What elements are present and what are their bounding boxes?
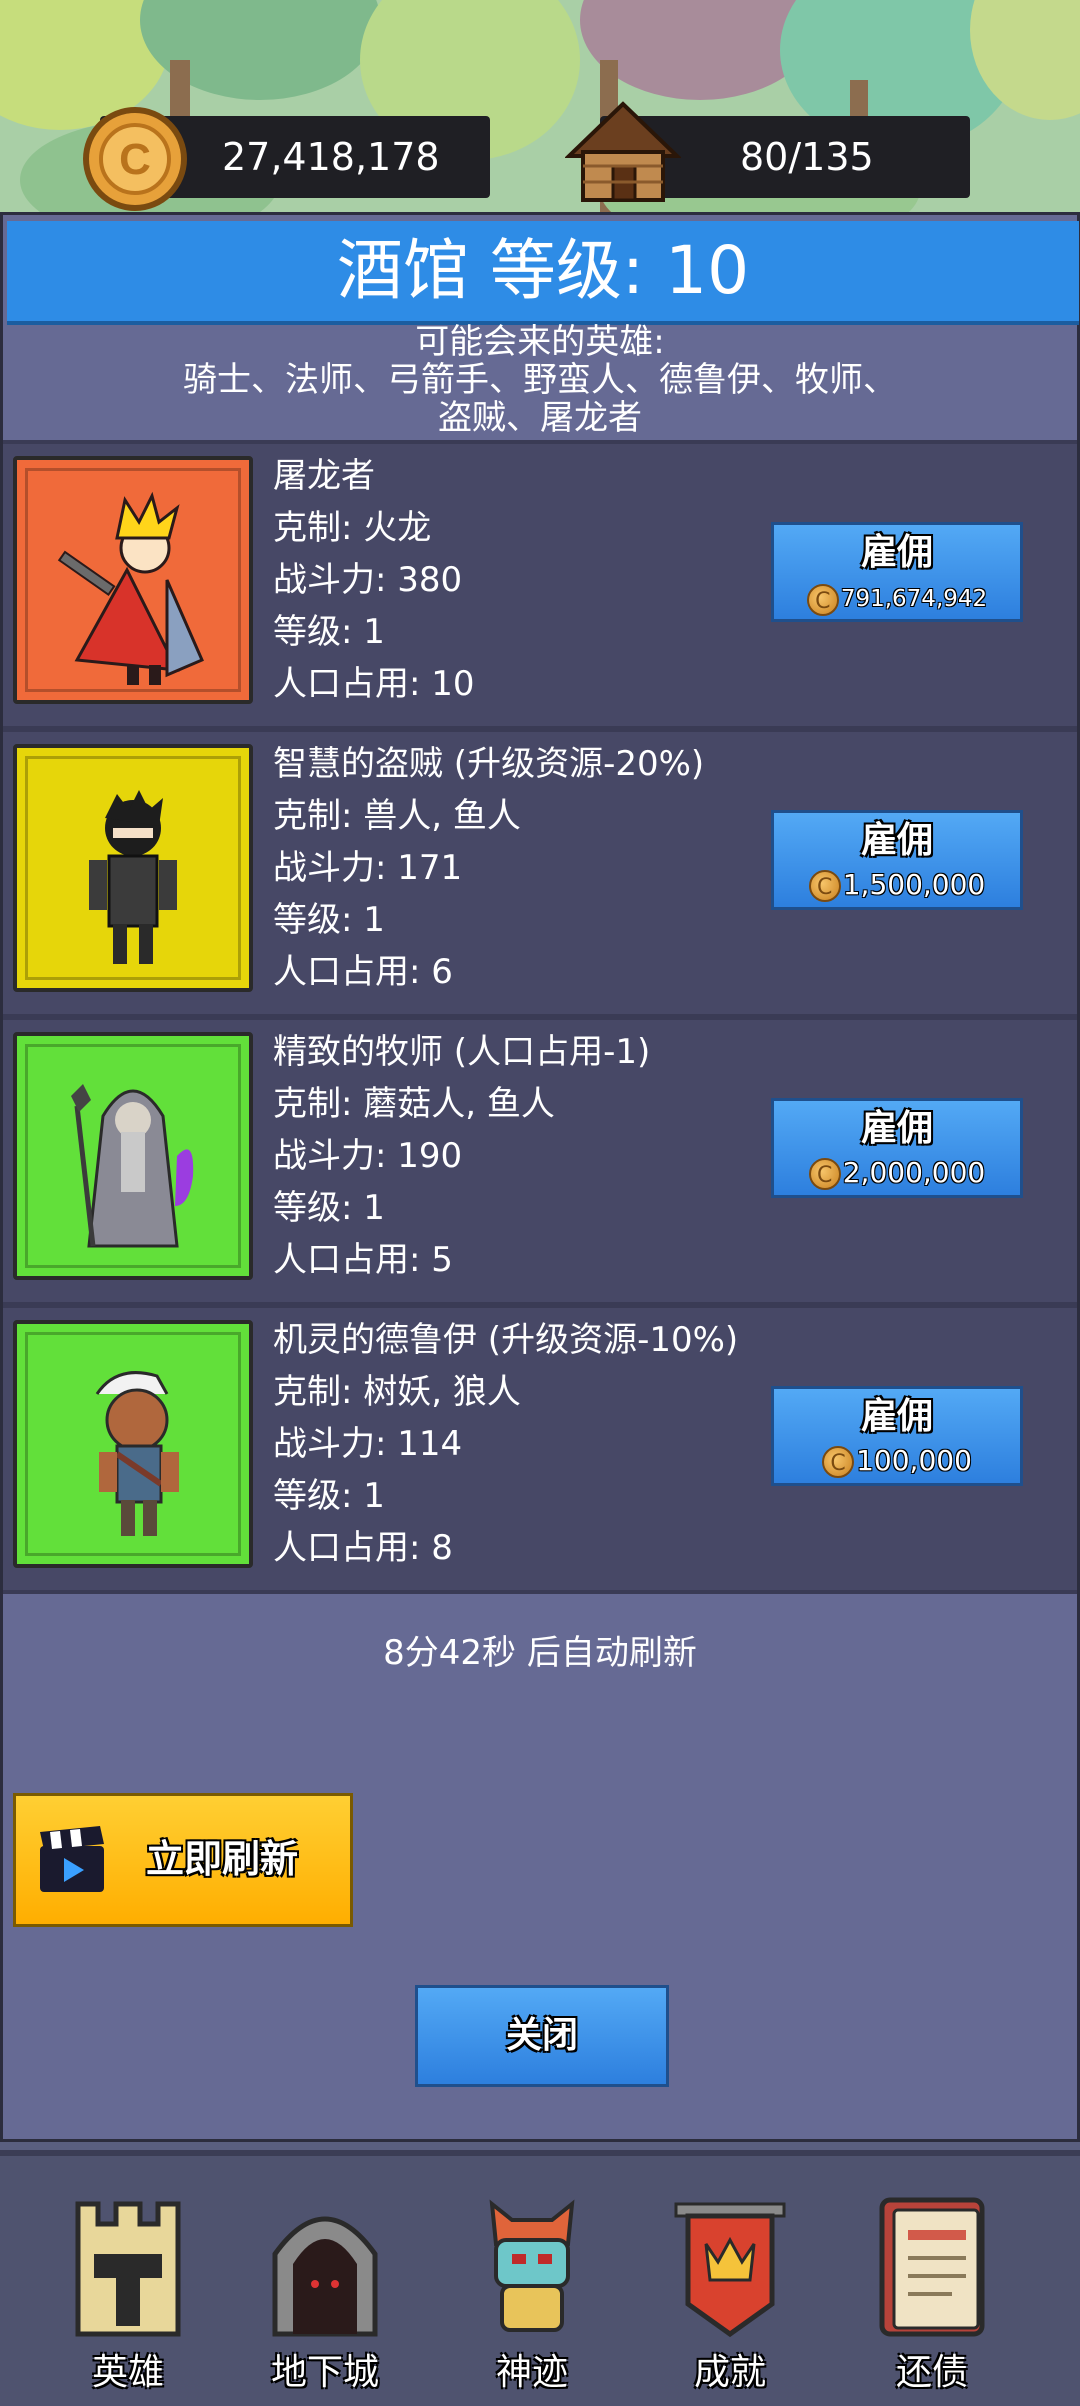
coin-icon: C <box>806 583 839 616</box>
possible-heroes-line-1: 骑士、法师、弓箭手、野蛮人、德鲁伊、牧师、 <box>183 360 897 400</box>
coin-icon: C <box>808 870 841 902</box>
hire-label: 雇佣 <box>860 820 933 861</box>
hero-counter: 克制: 兽人, 鱼人 <box>273 796 521 836</box>
hero-level: 等级: 1 <box>273 1476 385 1516</box>
hire-button[interactable]: 雇佣 C 2,000,000 <box>771 1098 1023 1198</box>
possible-heroes-label: 可能会来的英雄: <box>415 322 665 362</box>
hero-power: 战斗力: 380 <box>273 560 463 600</box>
nav-label: 成就 <box>693 2352 766 2393</box>
dungeon-gate-icon <box>272 2216 378 2337</box>
hero-name: 机灵的德鲁伊 (升级资源-10%) <box>273 1320 739 1360</box>
possible-heroes-line-2: 盗贼、屠龙者 <box>438 398 642 438</box>
nav-miracle[interactable]: 神迹 <box>432 2156 632 2406</box>
totem-icon <box>489 2199 575 2332</box>
hero-name: 智慧的盗贼 (升级资源-20%) <box>273 744 705 784</box>
crown-banner-icon <box>674 2202 786 2338</box>
nav-achievements[interactable]: 成就 <box>630 2156 830 2406</box>
nav-label: 英雄 <box>91 2352 164 2393</box>
hire-button[interactable]: 雇佣 C 1,500,000 <box>771 810 1023 910</box>
clapperboard-icon <box>40 1826 104 1892</box>
hero-counter: 克制: 树妖, 狼人 <box>273 1372 521 1412</box>
hero-name: 屠龙者 <box>273 456 375 496</box>
hire-button[interactable]: 雇佣 C 791,674,942 <box>771 522 1023 622</box>
hero-population: 人口占用: 5 <box>273 1240 453 1280</box>
castle-tower-icon <box>75 2201 181 2337</box>
hero-card: 屠龙者 克制: 火龙 战斗力: 380 等级: 1 人口占用: 10 雇佣 C7… <box>3 440 1077 730</box>
hero-population: 人口占用: 8 <box>273 1528 453 1568</box>
ledger-book-icon <box>879 2197 985 2337</box>
coin-icon: C <box>83 107 187 211</box>
hero-info: 机灵的德鲁伊 (升级资源-10%) 克制: 树妖, 狼人 战斗力: 114 等级… <box>273 1314 738 1574</box>
hero-level: 等级: 1 <box>273 612 385 652</box>
gold-amount: 27,418,178 <box>222 135 440 179</box>
coin-icon: C <box>822 1446 855 1478</box>
druid-portrait <box>13 1320 253 1568</box>
nav-label: 还债 <box>895 2352 968 2393</box>
hero-population: 人口占用: 6 <box>273 952 453 992</box>
tavern-panel: 酒馆 等级: 10 可能会来的英雄: 骑士、法师、弓箭手、野蛮人、德鲁伊、牧师、… <box>0 212 1080 2142</box>
hero-card: 精致的牧师 (人口占用-1) 克制: 蘑菇人, 鱼人 战斗力: 190 等级: … <box>3 1016 1077 1306</box>
nav-repay-debt[interactable]: 还债 <box>832 2156 1032 2406</box>
hero-card: 智慧的盗贼 (升级资源-20%) 克制: 兽人, 鱼人 战斗力: 171 等级:… <box>3 728 1077 1018</box>
dragon-slayer-portrait <box>13 456 253 704</box>
bottom-nav: 英雄 地下城 神迹 成就 还债 <box>0 2150 1080 2406</box>
hero-power: 战斗力: 114 <box>273 1424 463 1464</box>
nav-dungeon[interactable]: 地下城 <box>225 2156 425 2406</box>
hero-card: 机灵的德鲁伊 (升级资源-10%) 克制: 树妖, 狼人 战斗力: 114 等级… <box>3 1304 1077 1594</box>
hero-name: 精致的牧师 (人口占用-1) <box>273 1032 651 1072</box>
nav-heroes[interactable]: 英雄 <box>28 2156 228 2406</box>
hero-power: 战斗力: 190 <box>273 1136 463 1176</box>
hire-label: 雇佣 <box>860 1396 933 1437</box>
hire-price: C 1,500,000 <box>774 869 1020 902</box>
close-button[interactable]: 关闭 <box>415 1985 669 2087</box>
hero-counter: 克制: 火龙 <box>273 508 432 548</box>
hero-counter: 克制: 蘑菇人, 鱼人 <box>273 1084 555 1124</box>
hire-price: C 2,000,000 <box>774 1157 1020 1190</box>
refresh-now-button[interactable]: 立即刷新 <box>13 1793 353 1927</box>
hire-button[interactable]: 雇佣 C 100,000 <box>771 1386 1023 1486</box>
hero-info: 精致的牧师 (人口占用-1) 克制: 蘑菇人, 鱼人 战斗力: 190 等级: … <box>273 1026 650 1286</box>
thief-portrait <box>13 744 253 992</box>
hire-label: 雇佣 <box>860 1108 933 1149</box>
nav-label: 地下城 <box>270 2352 379 2393</box>
hero-level: 等级: 1 <box>273 900 385 940</box>
svg-text:C: C <box>119 135 151 184</box>
refresh-now-label: 立即刷新 <box>146 1837 299 1881</box>
hire-price: C 100,000 <box>774 1445 1020 1478</box>
hero-info: 智慧的盗贼 (升级资源-20%) 克制: 兽人, 鱼人 战斗力: 171 等级:… <box>273 738 704 998</box>
coin-icon: C <box>808 1158 841 1190</box>
population-amount: 80/135 <box>740 135 874 179</box>
tavern-title: 酒馆 等级: 10 <box>7 221 1079 325</box>
hire-price: C 791,674,942 <box>774 583 1020 616</box>
hero-level: 等级: 1 <box>273 1188 385 1228</box>
possible-heroes: 可能会来的英雄: 骑士、法师、弓箭手、野蛮人、德鲁伊、牧师、 盗贼、屠龙者 <box>3 322 1077 438</box>
hire-label: 雇佣 <box>860 532 933 573</box>
hero-info: 屠龙者 克制: 火龙 战斗力: 380 等级: 1 人口占用: 10 <box>273 450 475 710</box>
priest-portrait <box>13 1032 253 1280</box>
hero-power: 战斗力: 171 <box>273 848 463 888</box>
house-icon <box>565 101 681 202</box>
auto-refresh-timer: 8分42秒 后自动刷新 <box>383 1633 697 1673</box>
nav-label: 神迹 <box>495 2352 568 2393</box>
hero-population: 人口占用: 10 <box>273 664 475 704</box>
